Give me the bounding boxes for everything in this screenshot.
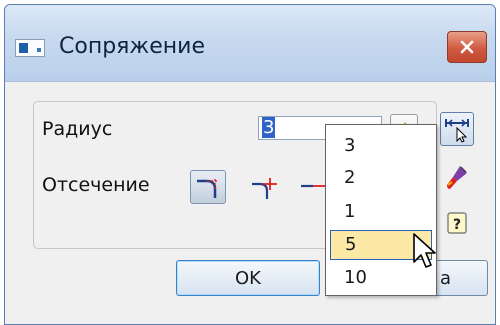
measure-radius-button[interactable]: [440, 112, 474, 146]
measure-cursor-icon: [445, 119, 469, 143]
title-bar[interactable]: Сопряжение: [5, 5, 495, 82]
ok-button[interactable]: OK: [176, 260, 320, 296]
trim-first-button[interactable]: [247, 170, 283, 204]
svg-text:?: ?: [453, 217, 461, 233]
app-icon: [15, 39, 45, 57]
window-title: Сопряжение: [59, 34, 205, 59]
close-icon: [460, 40, 474, 54]
close-button[interactable]: [447, 31, 487, 63]
dropdown-option[interactable]: 3: [330, 131, 432, 161]
trim-both-button[interactable]: [190, 170, 226, 204]
paint-brush-icon: [447, 166, 467, 189]
help-icon: ?: [447, 212, 467, 234]
fillet-trim-both-icon: [197, 177, 219, 198]
dropdown-option[interactable]: 1: [330, 197, 432, 227]
fillet-trim-first-icon: [252, 178, 277, 199]
radius-label: Радиус: [42, 118, 113, 140]
properties-button[interactable]: [440, 160, 474, 194]
dropdown-option[interactable]: 2: [330, 163, 432, 193]
mouse-pointer-icon: [413, 233, 436, 268]
trim-label: Отсечение: [42, 174, 150, 196]
help-button[interactable]: ?: [440, 206, 474, 240]
radius-value: 3: [262, 117, 276, 138]
